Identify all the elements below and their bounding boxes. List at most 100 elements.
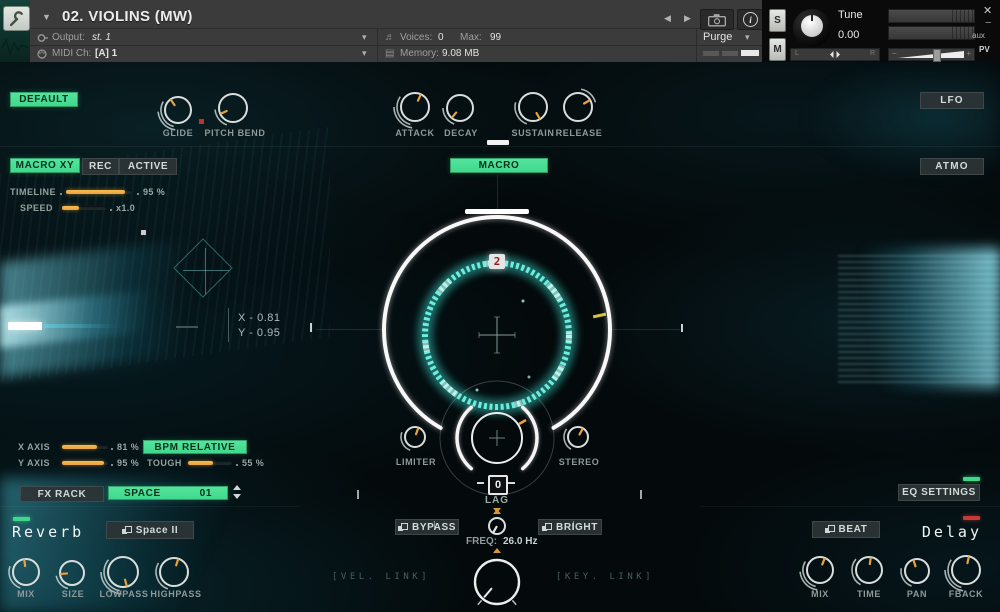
speed-slider[interactable] <box>62 206 106 210</box>
volume-slider-handle[interactable] <box>933 49 941 62</box>
aux-label[interactable]: aux <box>972 31 985 40</box>
lag-value-box[interactable]: 0 <box>488 475 508 495</box>
camera-icon <box>707 13 727 27</box>
preset-random-icon <box>825 525 834 534</box>
volume-slider[interactable]: − + <box>888 48 975 61</box>
background-streaks-right <box>838 255 1000 383</box>
volume-plus-label: + <box>966 49 971 58</box>
preset-random-icon <box>122 526 131 535</box>
y-axis-slider[interactable] <box>62 461 108 465</box>
tab-rec[interactable]: REC <box>82 158 119 175</box>
pitch-bend-knob[interactable] <box>212 87 254 134</box>
space-down-icon[interactable] <box>233 494 241 499</box>
sustain-knob[interactable] <box>512 86 554 133</box>
bypass-button[interactable]: BYPASS <box>395 519 459 535</box>
eq-led <box>963 477 980 481</box>
space-preset-button[interactable]: SPACE 01 <box>108 486 228 500</box>
volume-minus-label: − <box>892 49 897 58</box>
solo-button[interactable]: S <box>769 9 786 32</box>
lag-dash-left <box>477 482 484 484</box>
collapse-caret-icon[interactable]: ▼ <box>42 12 51 22</box>
timeline-slider[interactable] <box>66 190 132 194</box>
preset-default-button[interactable]: DEFAULT <box>10 92 78 107</box>
space-up-icon[interactable] <box>233 485 241 490</box>
tab-macro-xy[interactable]: MACRO XY <box>10 158 80 173</box>
tough-slider[interactable] <box>188 461 232 465</box>
edge-marker-glow <box>44 324 116 328</box>
crosshair-hairline-top <box>497 175 498 209</box>
hud-tick <box>640 490 642 499</box>
midi-icon <box>37 49 47 59</box>
reverb-preset-button[interactable]: Space II <box>106 521 194 539</box>
readout-divider <box>228 308 229 342</box>
header-vdivider <box>377 29 378 62</box>
memory-label: Memory: <box>400 48 439 59</box>
tick-dot <box>236 464 238 466</box>
reverb-title: Reverb <box>12 523 84 541</box>
filter-main-knob[interactable] <box>467 552 527 612</box>
macro-bar[interactable]: MACRO <box>450 158 548 173</box>
info-button[interactable]: i <box>737 9 764 30</box>
left-rail <box>0 0 30 62</box>
next-instrument-icon[interactable]: ▶ <box>684 13 691 24</box>
lag-label: LAG <box>484 495 510 506</box>
bright-label: BRIGHT <box>556 522 598 533</box>
kontakt-instrument-window: ▼ 02. VIOLINS (MW) ◀ ▶ i Output: st. 1 ▾… <box>0 0 1000 612</box>
pv-label[interactable]: PV <box>979 45 990 54</box>
fx-divider-left <box>0 506 300 507</box>
vel-link-label: [VEL. LINK] <box>332 572 430 582</box>
mute-button[interactable]: M <box>769 38 786 61</box>
freq-value: 26.0 Hz <box>503 536 537 547</box>
xy-top-dash <box>465 209 529 214</box>
prev-instrument-icon[interactable]: ◀ <box>664 13 671 24</box>
bpm-relative-button[interactable]: BPM RELATIVE <box>143 440 247 454</box>
pan-slider-handle[interactable] <box>829 50 841 59</box>
delay-fback-label: FBACK <box>941 589 991 599</box>
output-dropdown-icon[interactable]: ▾ <box>362 32 367 43</box>
tick-dot <box>110 209 112 211</box>
reverb-led[interactable] <box>13 517 30 521</box>
edge-marker <box>8 322 42 330</box>
wrench-button[interactable] <box>3 6 30 31</box>
purge-button[interactable]: Purge <box>703 31 732 43</box>
stereo-knob[interactable] <box>561 420 595 459</box>
xy-crosshair <box>479 317 515 353</box>
eq-settings-button[interactable]: EQ SETTINGS <box>898 484 980 501</box>
voices-icon: ♬ <box>385 32 395 43</box>
midi-label: MIDI Ch: <box>52 48 91 59</box>
info-icon: i <box>743 12 758 27</box>
speed-value: x1.0 <box>116 203 135 213</box>
glide-label: GLIDE <box>153 128 203 138</box>
purge-dropdown-icon[interactable]: ▾ <box>745 32 750 43</box>
bright-button[interactable]: BRIGHT <box>538 519 602 535</box>
y-axis-value: 95 % <box>117 458 139 468</box>
delay-led[interactable] <box>963 516 980 520</box>
snapshot-camera-button[interactable] <box>700 9 734 30</box>
midi-dropdown-icon[interactable]: ▾ <box>362 48 367 59</box>
attack-knob[interactable] <box>394 86 436 133</box>
midi-activity-dot <box>199 119 204 124</box>
xy-marker[interactable]: 2 <box>489 254 505 269</box>
fx-rack-button[interactable]: FX RACK <box>20 486 104 502</box>
page-indicator[interactable] <box>487 140 509 145</box>
delay-time-label: TIME <box>849 589 889 599</box>
lfo-button[interactable]: LFO <box>920 92 984 109</box>
hud-tick <box>357 490 359 499</box>
level-meter-right <box>888 26 975 40</box>
tough-value: 55 % <box>242 458 264 468</box>
x-axis-slider[interactable] <box>62 445 108 449</box>
tab-active[interactable]: ACTIVE <box>119 158 177 175</box>
close-icon[interactable]: ✕ <box>983 4 992 17</box>
decay-knob[interactable] <box>440 88 480 133</box>
beat-button[interactable]: BEAT <box>812 521 880 538</box>
pan-slider[interactable]: L R <box>790 48 880 61</box>
midi-value: [A] 1 <box>95 48 117 59</box>
limiter-knob[interactable] <box>398 420 432 459</box>
key-link-label: [KEY. LINK] <box>556 572 654 582</box>
minimize-icon[interactable]: − <box>985 17 991 29</box>
release-knob[interactable] <box>557 86 599 133</box>
tune-knob[interactable] <box>793 9 831 47</box>
pan-right-label: R <box>870 50 875 57</box>
atmo-button[interactable]: ATMO <box>920 158 984 175</box>
reverb-mix-label: MIX <box>6 589 46 599</box>
